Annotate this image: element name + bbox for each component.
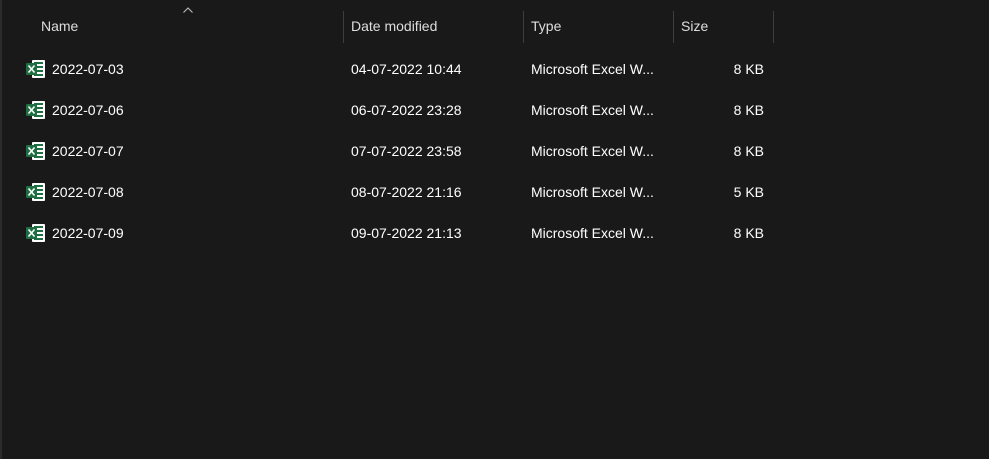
file-size: 8 KB: [733, 61, 764, 77]
chevron-up-icon: [183, 7, 193, 13]
excel-file-icon: [26, 183, 45, 201]
file-name: 2022-07-03: [52, 61, 124, 77]
file-name: 2022-07-07: [52, 143, 124, 159]
column-header-size-label: Size: [681, 18, 709, 34]
column-header-type-label: Type: [531, 18, 562, 34]
file-type: Microsoft Excel W...: [531, 61, 654, 77]
excel-file-icon: [26, 60, 45, 78]
file-type: Microsoft Excel W...: [531, 143, 654, 159]
file-size: 8 KB: [733, 102, 764, 118]
file-date-modified: 09-07-2022 21:13: [351, 225, 462, 241]
file-row[interactable]: 2022-07-09 09-07-2022 21:13 Microsoft Ex…: [0, 213, 989, 254]
file-row[interactable]: 2022-07-07 07-07-2022 23:58 Microsoft Ex…: [0, 131, 989, 172]
excel-file-icon: [26, 101, 45, 119]
excel-file-icon: [26, 142, 45, 160]
file-row[interactable]: 2022-07-03 04-07-2022 10:44 Microsoft Ex…: [0, 49, 989, 90]
column-divider-size[interactable]: [773, 11, 774, 43]
file-size: 8 KB: [733, 143, 764, 159]
excel-file-icon: [26, 224, 45, 242]
file-date-modified: 06-07-2022 23:28: [351, 102, 462, 118]
column-header-bar: Name Date modified Type Size: [0, 0, 989, 44]
column-header-size[interactable]: Size: [674, 11, 774, 43]
column-header-date-modified[interactable]: Date modified: [344, 11, 524, 43]
file-name: 2022-07-06: [52, 102, 124, 118]
file-date-modified: 04-07-2022 10:44: [351, 61, 462, 77]
file-type: Microsoft Excel W...: [531, 184, 654, 200]
file-type: Microsoft Excel W...: [531, 225, 654, 241]
file-row[interactable]: 2022-07-06 06-07-2022 23:28 Microsoft Ex…: [0, 90, 989, 131]
file-date-modified: 07-07-2022 23:58: [351, 143, 462, 159]
file-size: 5 KB: [733, 184, 764, 200]
file-size: 8 KB: [733, 225, 764, 241]
column-header-date-modified-label: Date modified: [351, 18, 438, 34]
column-header-type[interactable]: Type: [524, 11, 674, 43]
file-type: Microsoft Excel W...: [531, 102, 654, 118]
file-row[interactable]: 2022-07-08 08-07-2022 21:16 Microsoft Ex…: [0, 172, 989, 213]
file-date-modified: 08-07-2022 21:16: [351, 184, 462, 200]
column-header-name-label: Name: [41, 18, 79, 34]
file-name: 2022-07-08: [52, 184, 124, 200]
file-name: 2022-07-09: [52, 225, 124, 241]
column-header-name[interactable]: Name: [0, 11, 344, 43]
